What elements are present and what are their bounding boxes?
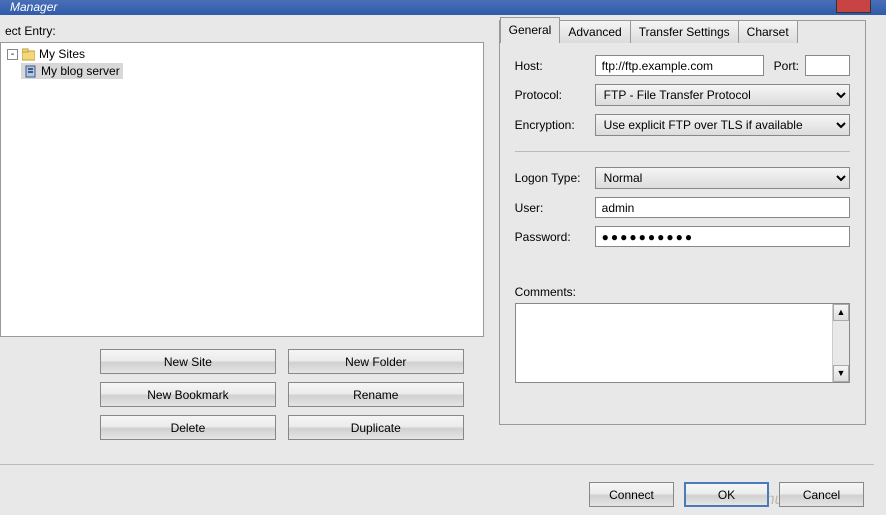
scroll-down-icon[interactable]: ▼ [833,365,849,382]
duplicate-button[interactable]: Duplicate [288,415,464,440]
port-label: Port: [774,59,799,73]
server-icon [24,65,37,78]
select-entry-label: ect Entry: [0,20,484,42]
password-label: Password: [515,230,595,244]
window-title: Manager [10,0,57,14]
rename-button[interactable]: Rename [288,382,464,407]
settings-tabs-container: General Advanced Transfer Settings Chars… [499,20,866,425]
tab-charset[interactable]: Charset [738,20,798,43]
host-input[interactable] [595,55,764,76]
port-input[interactable] [805,55,850,76]
new-folder-button[interactable]: New Folder [288,349,464,374]
footer-divider [0,464,874,465]
tab-general[interactable]: General [500,17,561,43]
host-label: Host: [515,59,595,73]
divider [515,151,850,152]
user-input[interactable] [595,197,850,218]
window-titlebar: Manager [0,0,886,15]
tab-advanced[interactable]: Advanced [559,20,630,43]
logon-type-select[interactable]: Normal [595,167,850,189]
tree-root-label: My Sites [39,47,85,61]
tree-item-blogserver[interactable]: My blog server [21,63,123,79]
encryption-label: Encryption: [515,118,595,132]
comments-textarea[interactable] [515,303,850,383]
password-input[interactable] [595,226,850,247]
new-site-button[interactable]: New Site [100,349,276,374]
new-bookmark-button[interactable]: New Bookmark [100,382,276,407]
ok-button[interactable]: OK [684,482,769,507]
user-label: User: [515,201,595,215]
tree-item-label: My blog server [41,64,120,78]
delete-button[interactable]: Delete [100,415,276,440]
tree-root-mysites[interactable]: - My Sites [7,47,477,61]
logon-type-label: Logon Type: [515,171,595,185]
encryption-select[interactable]: Use explicit FTP over TLS if available [595,114,850,136]
protocol-select[interactable]: FTP - File Transfer Protocol [595,84,850,106]
window-close-button[interactable] [836,0,871,13]
folder-icon [22,48,35,61]
protocol-label: Protocol: [515,88,595,102]
connect-button[interactable]: Connect [589,482,674,507]
sites-tree[interactable]: - My Sites My blog server [0,42,484,337]
scroll-up-icon[interactable]: ▲ [833,304,849,321]
collapse-icon[interactable]: - [7,49,18,60]
tab-transfer-settings[interactable]: Transfer Settings [630,20,739,43]
cancel-button[interactable]: Cancel [779,482,864,507]
comments-label: Comments: [515,285,595,299]
scrollbar[interactable]: ▲ ▼ [832,304,849,382]
